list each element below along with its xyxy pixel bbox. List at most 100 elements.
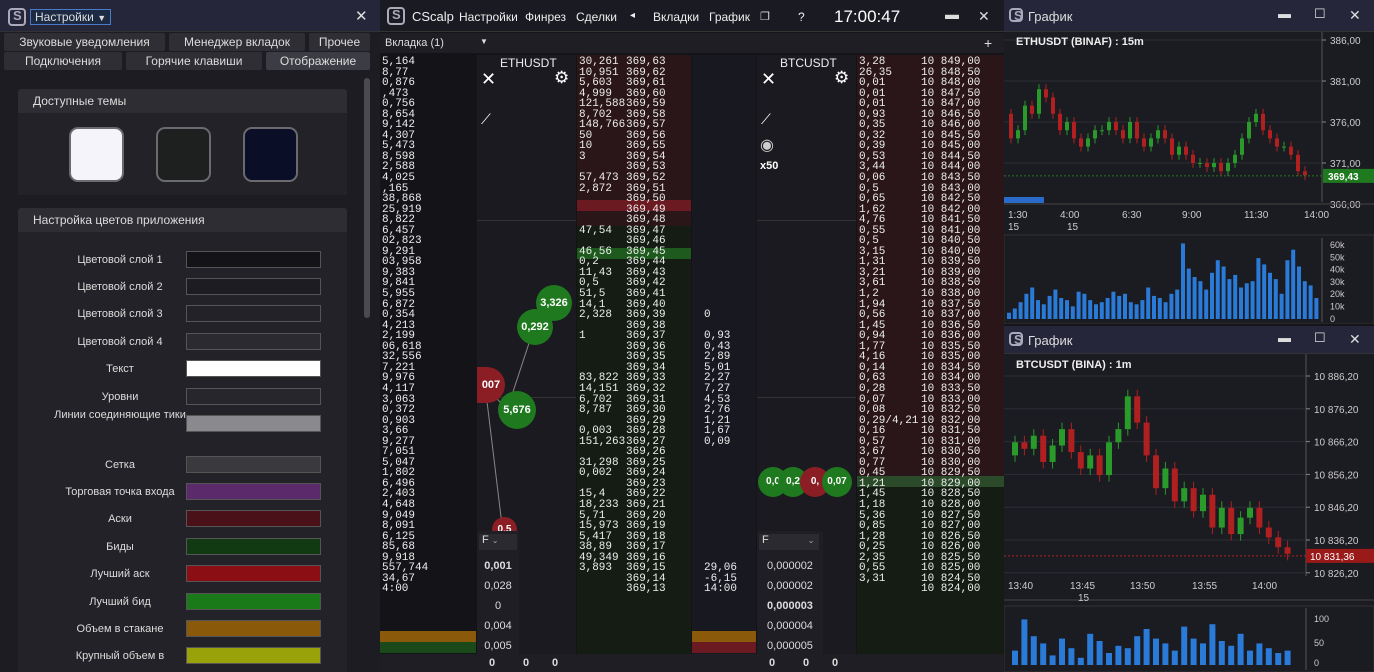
dom-cell[interactable] xyxy=(704,68,737,79)
btc-lot-option[interactable]: 0,000005 xyxy=(757,640,823,652)
tab-display[interactable]: Отображение xyxy=(266,52,370,70)
dom-cell[interactable]: 7,27 xyxy=(704,384,737,395)
tab-dropdown-icon[interactable]: ▼ xyxy=(480,37,488,46)
dom-cell[interactable]: 10 849,00 xyxy=(921,57,980,68)
menu-settings[interactable]: Настройки xyxy=(459,10,518,24)
dom-cell[interactable] xyxy=(704,468,737,479)
color-swatch[interactable] xyxy=(186,305,321,322)
dom-cell[interactable]: 10 838,00 xyxy=(921,289,980,300)
dom-cell[interactable]: 2,872 xyxy=(579,183,625,195)
dom-cell[interactable] xyxy=(704,268,737,279)
close-icon[interactable]: ✕ xyxy=(355,7,368,25)
dom-cell[interactable]: 30,261 xyxy=(579,57,625,68)
btc-order-type[interactable]: F ⌄ xyxy=(759,534,819,550)
dom-cell[interactable] xyxy=(704,532,737,543)
dom-cell[interactable]: 0,09 xyxy=(704,436,737,448)
dom-cell[interactable]: 8,787 xyxy=(579,405,625,416)
theme-navy[interactable] xyxy=(243,127,298,182)
color-swatch[interactable] xyxy=(186,251,321,268)
dom-cell[interactable]: 151,263 xyxy=(579,436,625,448)
dom-cell[interactable]: 4,025 xyxy=(382,173,428,184)
dom-cell[interactable] xyxy=(704,131,737,142)
color-swatch[interactable] xyxy=(186,333,321,350)
theme-light[interactable] xyxy=(69,127,124,182)
dom-cell[interactable]: 1 xyxy=(579,331,625,342)
dom-cell[interactable] xyxy=(579,574,625,585)
dom-cell[interactable]: 0,28 xyxy=(859,384,918,395)
eth-lot-option[interactable]: 0,028 xyxy=(477,580,519,592)
dom-cell[interactable] xyxy=(704,226,737,237)
dom-cell[interactable] xyxy=(704,152,737,163)
help-button[interactable]: ? xyxy=(798,10,805,24)
settings-dropdown[interactable]: Настройки ▼ xyxy=(30,9,112,25)
btc-lot-option[interactable]: 0,000002 xyxy=(757,560,823,572)
dom-cell[interactable] xyxy=(704,173,737,184)
color-swatch[interactable] xyxy=(186,278,321,295)
btc-lot-option[interactable]: 0,000004 xyxy=(757,620,823,632)
dom-cell[interactable]: 369,32 xyxy=(626,384,666,395)
dom-cell[interactable] xyxy=(704,447,737,458)
eth-lot-option[interactable]: 0,001 xyxy=(477,560,519,572)
eth-lot-option[interactable]: 0,005 xyxy=(477,640,519,652)
dom-cell[interactable]: 3,31 xyxy=(859,574,918,585)
close-icon[interactable]: ✕ xyxy=(1349,331,1361,348)
minimize-icon[interactable]: ▬ xyxy=(945,6,959,22)
dom-cell[interactable]: 3,28 xyxy=(859,57,918,68)
btc-close-icon[interactable]: ✕ xyxy=(761,69,776,90)
dom-cell[interactable] xyxy=(704,458,737,469)
dom-cell[interactable]: 0,372 xyxy=(382,405,428,416)
dom-cell[interactable] xyxy=(704,247,737,258)
dom-cell[interactable]: 2,76 xyxy=(704,405,737,416)
dom-cell[interactable]: 10 xyxy=(579,141,625,152)
dom-cell[interactable]: 1,2 xyxy=(859,289,918,300)
dom-cell[interactable] xyxy=(704,542,737,553)
dom-cell[interactable] xyxy=(704,141,737,152)
dom-cell[interactable] xyxy=(704,89,737,100)
eth-order-type[interactable]: F ⌄ xyxy=(479,534,517,550)
color-swatch[interactable] xyxy=(186,538,321,555)
dom-cell[interactable] xyxy=(704,257,737,268)
tab-tab-manager[interactable]: Менеджер вкладок xyxy=(169,33,305,51)
eth-lot-option[interactable]: 0 xyxy=(477,600,519,612)
tab-connections[interactable]: Подключения xyxy=(4,52,122,70)
color-swatch[interactable] xyxy=(186,456,321,473)
dom-cell[interactable] xyxy=(579,205,625,216)
dom-cell[interactable] xyxy=(704,110,737,121)
dom-cell[interactable] xyxy=(704,78,737,89)
dom-cell[interactable]: 4,648 xyxy=(382,500,428,511)
dom-cell[interactable] xyxy=(704,99,737,110)
dom-cell[interactable] xyxy=(704,205,737,216)
dom-cell[interactable]: 10 843,50 xyxy=(921,173,980,184)
minimize-icon[interactable]: ▬ xyxy=(1278,330,1291,345)
color-swatch[interactable] xyxy=(186,388,321,405)
dom-cell[interactable] xyxy=(704,215,737,226)
dom-cell[interactable]: 2,328 xyxy=(579,310,625,321)
dom-cell[interactable] xyxy=(579,352,625,363)
dom-cell[interactable] xyxy=(704,236,737,247)
dom-cell[interactable]: 369,63 xyxy=(626,57,666,68)
dom-cell[interactable]: 57,473 xyxy=(579,173,625,184)
dom-cell[interactable] xyxy=(704,120,737,131)
dom-cell[interactable]: 369,41 xyxy=(626,289,666,300)
dom-cell[interactable] xyxy=(704,194,737,205)
tab-hotkeys[interactable]: Горячие клавиши xyxy=(126,52,262,70)
menu-tabs[interactable]: Вкладки xyxy=(653,10,699,24)
maximize-icon[interactable]: ☐ xyxy=(1314,6,1326,22)
close-icon[interactable]: ✕ xyxy=(1349,7,1361,24)
dom-cell[interactable]: 4,117 xyxy=(382,384,428,395)
dom-cell[interactable] xyxy=(704,162,737,173)
dom-cell[interactable]: 51,5 xyxy=(579,289,625,300)
settings-scrollbar[interactable] xyxy=(364,78,370,318)
btc-chart-icon[interactable]: ⟋ xyxy=(761,111,771,128)
dom-cell[interactable]: 3 xyxy=(579,152,625,163)
restore-icon[interactable]: ❐ xyxy=(760,10,770,23)
dom-cell[interactable]: 14:00 xyxy=(704,584,737,595)
btc-chart[interactable]: 10 886,20 10 876,20 10 866,20 10 856,20 10 8… xyxy=(1004,354,1374,672)
dom-cell[interactable]: 10 828,00 xyxy=(921,500,980,511)
tab-sound-alerts[interactable]: Звуковые уведомления xyxy=(4,33,165,51)
color-swatch[interactable] xyxy=(186,593,321,610)
dom-cell[interactable]: 1,18 xyxy=(859,500,918,511)
minimize-icon[interactable]: ▬ xyxy=(1278,6,1291,21)
dom-cell[interactable] xyxy=(704,278,737,289)
dom-cell[interactable] xyxy=(579,342,625,353)
